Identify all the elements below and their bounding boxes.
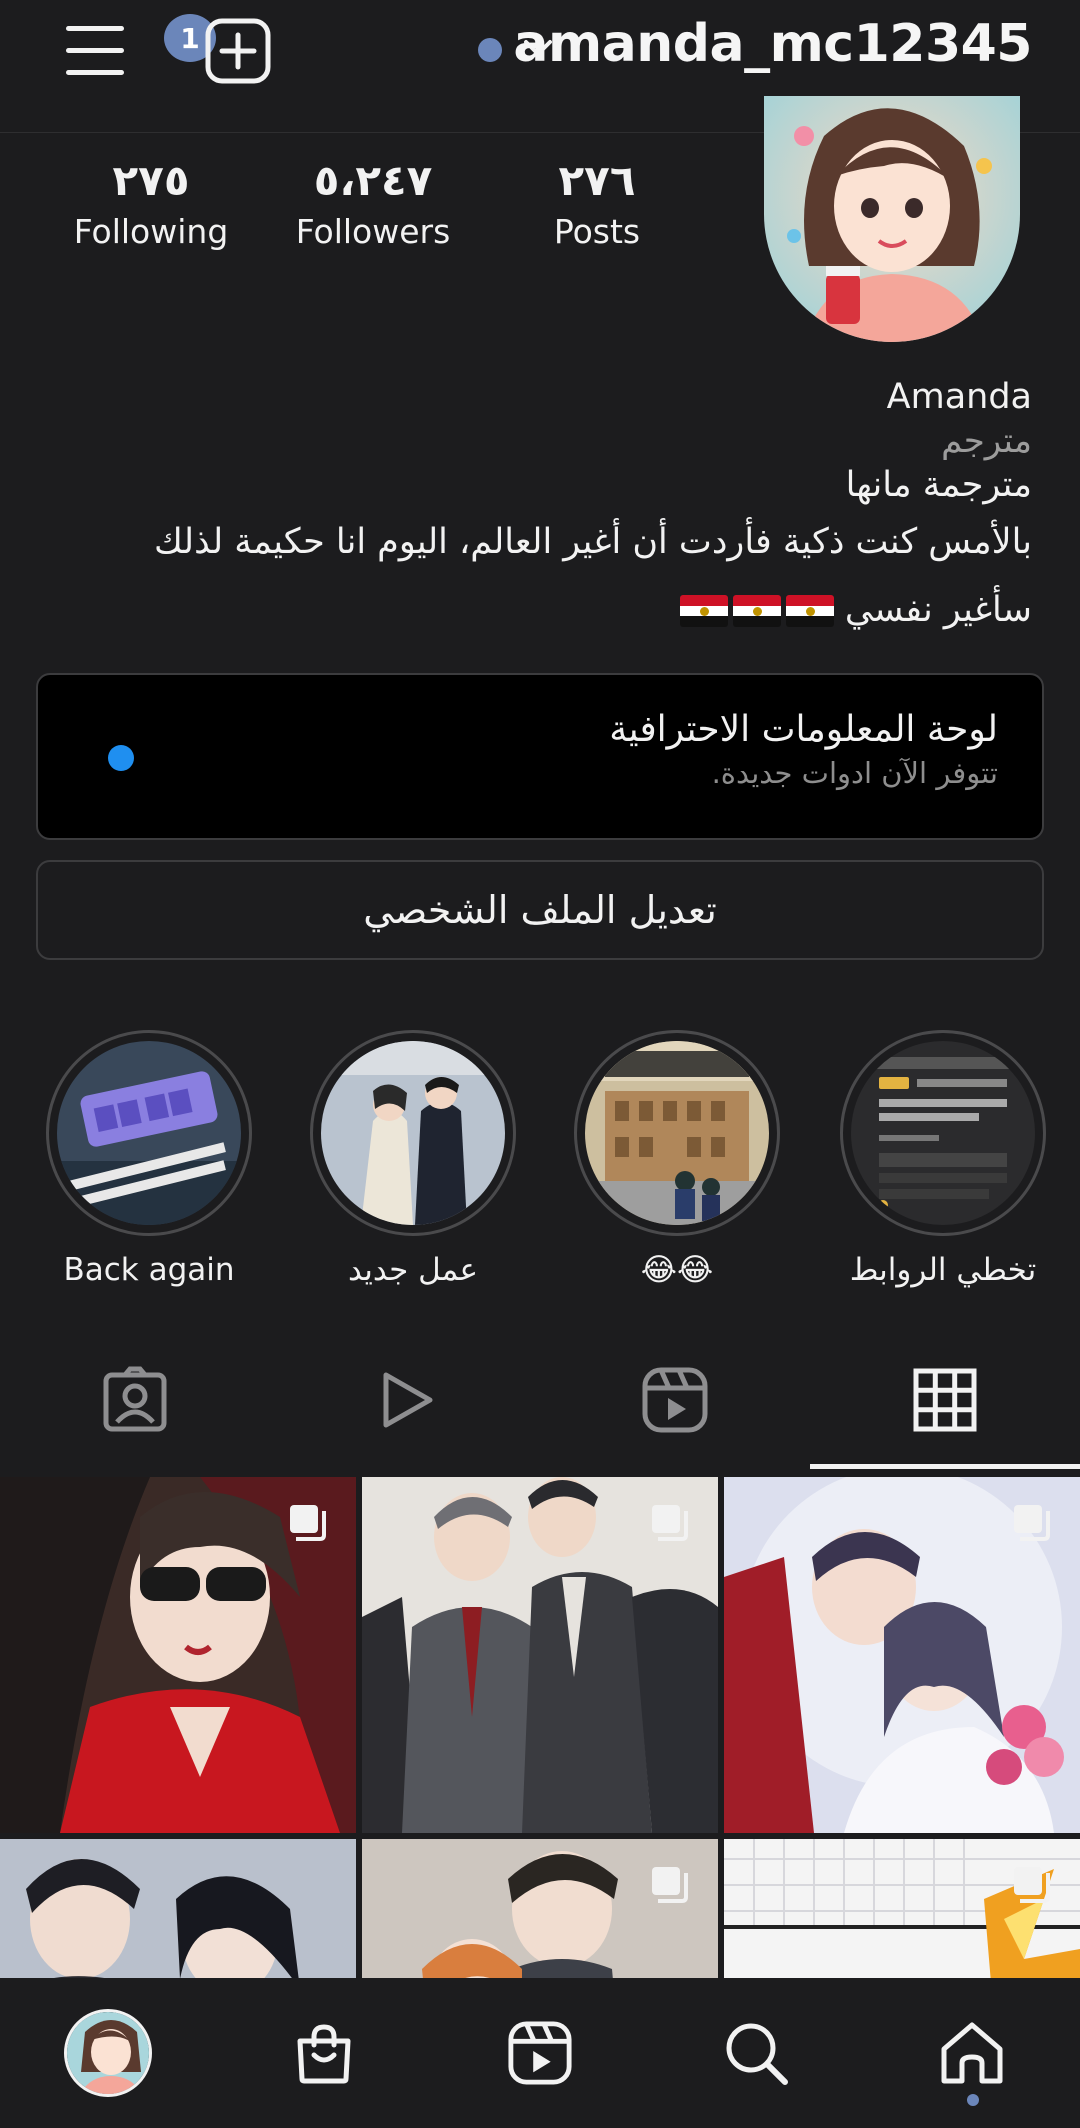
post-tile[interactable] (0, 1477, 356, 1833)
egypt-flag-icon (732, 595, 781, 627)
tab-tagged[interactable] (0, 1330, 270, 1470)
bio-line-3-row: سأغير نفسي (72, 576, 1032, 644)
nav-search[interactable] (648, 1978, 864, 2128)
post-tile[interactable] (362, 1839, 718, 1978)
egypt-flag-icon (679, 595, 728, 627)
carousel-icon (290, 1505, 326, 1541)
highlight-cover (851, 1041, 1035, 1225)
profile-bio: Amanda مترجم مترجمة مانها بالأمس كنت ذكي… (72, 374, 1032, 644)
post-tile[interactable] (724, 1477, 1080, 1833)
posts-grid (0, 1477, 1080, 1978)
carousel-icon (1014, 1505, 1050, 1541)
post-tile[interactable] (0, 1839, 356, 1978)
following-count: ٢٧٥ (112, 156, 190, 205)
new-indicator-dot (108, 745, 134, 771)
search-icon (726, 2023, 788, 2085)
profile-tabs (0, 1330, 1080, 1470)
post-tile[interactable] (724, 1839, 1080, 1978)
edit-profile-button[interactable]: تعديل الملف الشخصي (36, 860, 1044, 960)
posts-stat[interactable]: ٢٧٦ Posts (497, 154, 697, 256)
highlight-ring (574, 1030, 780, 1236)
profile-category: مترجم (941, 421, 1032, 461)
post-tile[interactable] (362, 1477, 718, 1833)
profile-avatar-small (64, 2009, 152, 2097)
pro-dashboard-subtitle: تتوفر الآن ادوات جديدة. (711, 756, 998, 790)
story-highlight[interactable]: Back again (44, 1030, 254, 1290)
tab-videos[interactable] (270, 1330, 540, 1470)
home-icon (941, 2022, 1003, 2084)
video-play-icon (383, 1372, 433, 1428)
account-status-dot (478, 38, 502, 62)
story-highlight[interactable]: عمل جديد (308, 1030, 518, 1290)
professional-dashboard-card[interactable]: لوحة المعلومات الاحترافية تتوفر الآن ادو… (36, 673, 1044, 840)
bio-line-1: مترجمة مانها (845, 465, 1032, 505)
highlight-ring (310, 1030, 516, 1236)
pro-dashboard-title: لوحة المعلومات الاحترافية (609, 709, 998, 750)
posts-count: ٢٧٦ (558, 156, 636, 205)
highlight-label: 😂😂 (640, 1252, 714, 1288)
reels-icon (642, 1367, 708, 1433)
story-highlight[interactable]: تخطي الروابط (838, 1030, 1048, 1290)
highlight-cover (585, 1041, 769, 1225)
display-name: Amanda (886, 377, 1032, 417)
carousel-icon (652, 1505, 688, 1541)
nav-reels[interactable] (432, 1978, 648, 2128)
tab-reels[interactable] (540, 1330, 810, 1470)
reels-icon (508, 2021, 572, 2085)
home-active-dot (967, 2094, 979, 2106)
highlight-ring (840, 1030, 1046, 1236)
highlight-cover (57, 1041, 241, 1225)
grid-icon (913, 1368, 977, 1432)
tab-posts-grid[interactable] (810, 1330, 1080, 1470)
carousel-icon (652, 1867, 688, 1903)
shopping-bag-icon (297, 2024, 351, 2084)
highlight-ring (46, 1030, 252, 1236)
bottom-navigation (0, 1978, 1080, 2128)
followers-count: ٥،٢٤٧ (313, 156, 433, 205)
tagged-icon (103, 1366, 167, 1432)
highlight-label: عمل جديد (347, 1252, 479, 1288)
plus-square-icon (205, 18, 271, 84)
carousel-icon (1014, 1867, 1050, 1903)
egypt-flag-icon (785, 595, 834, 627)
egypt-flags (675, 590, 834, 630)
bio-line-3: سأغير نفسي (844, 590, 1032, 630)
followers-stat[interactable]: ٥،٢٤٧ Followers (273, 154, 473, 256)
menu-button[interactable]: 1 (60, 14, 216, 82)
posts-label: Posts (553, 212, 641, 251)
profile-avatar[interactable] (764, 96, 1020, 342)
nav-profile[interactable] (0, 1978, 216, 2128)
followers-label: Followers (295, 212, 451, 251)
create-post-button[interactable] (204, 17, 272, 85)
highlight-label: Back again (63, 1252, 235, 1288)
username-switcher[interactable]: amanda_mc12345 (513, 14, 1032, 74)
highlight-cover (321, 1041, 505, 1225)
bio-line-2: بالأمس كنت ذكية فأردت أن أغير العالم، ال… (153, 522, 1032, 562)
following-stat[interactable]: ٢٧٥ Following (51, 154, 251, 256)
nav-shop[interactable] (216, 1978, 432, 2128)
story-highlight[interactable]: 😂😂 (572, 1030, 782, 1290)
highlight-label: تخطي الروابط (849, 1252, 1037, 1288)
active-tab-indicator (810, 1464, 1080, 1469)
following-label: Following (73, 212, 229, 251)
